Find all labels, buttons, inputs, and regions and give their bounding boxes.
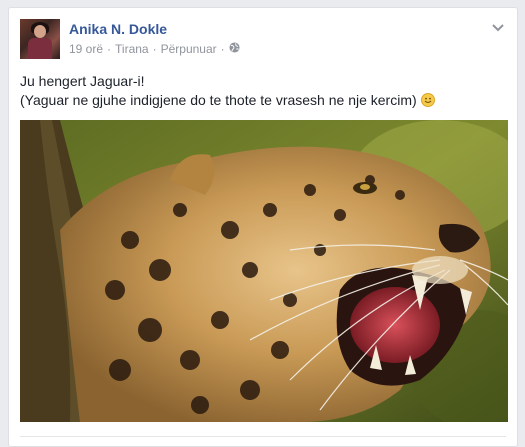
author-avatar[interactable]: [20, 19, 60, 59]
post-text-line1: Ju hengert Jaguar-i!: [20, 73, 145, 89]
jaguar-photo[interactable]: [20, 120, 508, 422]
post-edited[interactable]: Përpunuar: [161, 42, 217, 56]
meta-separator: ·: [107, 42, 112, 56]
chevron-down-icon[interactable]: [491, 20, 505, 32]
smile-emoji-icon: [420, 93, 435, 107]
post-location[interactable]: Tirana: [115, 42, 149, 56]
post-text-line2-wrap: (Yaguar ne gjuhe indigjene do te thote t…: [20, 91, 508, 110]
post-time[interactable]: 19 orë: [69, 42, 103, 56]
author-name[interactable]: Anika N. Dokle: [69, 21, 167, 37]
post-card: Anika N. Dokle 19 orë · Tirana · Përpunu…: [8, 7, 518, 447]
avatar-body: [28, 38, 52, 59]
post-meta: 19 orë · Tirana · Përpunuar ·: [69, 42, 240, 56]
divider: [20, 436, 506, 437]
meta-separator: ·: [220, 42, 225, 56]
globe-icon[interactable]: [229, 42, 240, 56]
meta-separator: ·: [152, 42, 157, 56]
post-text: Ju hengert Jaguar-i! (Yaguar ne gjuhe in…: [20, 72, 508, 110]
avatar-face: [34, 25, 46, 38]
post-text-line2: (Yaguar ne gjuhe indigjene do te thote t…: [20, 92, 417, 108]
